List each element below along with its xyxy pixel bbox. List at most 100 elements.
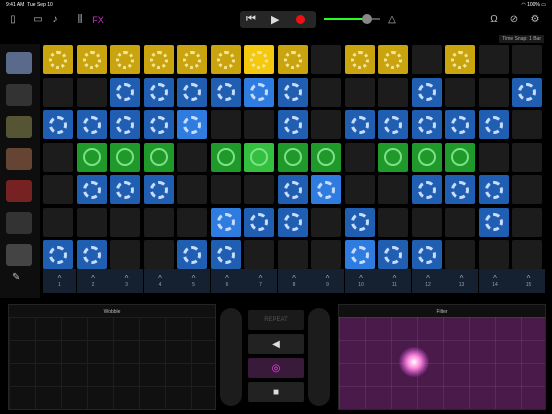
loop-cell[interactable] [143, 240, 174, 269]
loop-cell[interactable] [411, 207, 442, 237]
loop-cell[interactable] [43, 110, 73, 139]
loop-cell[interactable] [143, 207, 174, 237]
loop-cell[interactable] [411, 175, 442, 204]
loop-cell[interactable] [445, 207, 475, 237]
loop-cell[interactable] [210, 207, 241, 237]
loop-cell[interactable] [378, 110, 408, 139]
loop-cell[interactable] [177, 45, 207, 74]
filter-xy-pad[interactable] [339, 317, 545, 409]
column-trigger[interactable]: ^ 9 [311, 269, 344, 293]
loop-cell[interactable] [445, 142, 475, 172]
loop-cell[interactable] [445, 77, 475, 107]
loop-cell[interactable] [110, 142, 140, 172]
loop-cell[interactable] [311, 77, 341, 107]
song-browser-icon[interactable]: ▯ [6, 12, 20, 27]
loop-cell[interactable] [344, 175, 375, 204]
loop-cell[interactable] [277, 240, 308, 269]
sampler-instrument-icon[interactable] [6, 52, 32, 74]
loop-cell[interactable] [311, 110, 341, 139]
loop-cell[interactable] [344, 45, 375, 74]
loop-cell[interactable] [43, 207, 73, 237]
column-trigger[interactable]: ^ 2 [76, 269, 110, 293]
loop-cell[interactable] [311, 240, 341, 269]
mic-icon[interactable]: ♪ [50, 12, 60, 27]
loop-cell[interactable] [43, 77, 73, 107]
play-icon[interactable]: ▶ [271, 13, 279, 26]
loop-cell[interactable] [411, 110, 442, 139]
record-icon[interactable] [296, 15, 305, 24]
loop-cell[interactable] [210, 77, 241, 107]
loop-cell[interactable] [378, 175, 408, 204]
loop-cell[interactable] [344, 142, 375, 172]
repeat-button[interactable]: REPEAT [248, 310, 304, 330]
red-keys-instrument-icon[interactable] [6, 180, 32, 202]
loop-cell[interactable] [76, 45, 107, 74]
loop-cell[interactable] [378, 142, 408, 172]
loop-cell[interactable] [76, 240, 107, 269]
headphones-icon[interactable]: Ω [488, 12, 500, 27]
loop-cell[interactable] [43, 175, 73, 204]
loop-cell[interactable] [244, 77, 274, 107]
right-control-strip[interactable] [308, 308, 330, 406]
loop-cell[interactable] [277, 142, 308, 172]
loop-cell[interactable] [177, 240, 207, 269]
loop-cell[interactable] [478, 175, 509, 204]
loop-cell[interactable] [76, 207, 107, 237]
loop-cell[interactable] [110, 45, 140, 74]
loop-cell[interactable] [445, 240, 475, 269]
rewind-icon[interactable]: ⏮ [246, 13, 256, 26]
loop-cell[interactable] [512, 77, 542, 107]
loop-cell[interactable] [478, 207, 509, 237]
loop-cell[interactable] [378, 207, 408, 237]
loop-cell[interactable] [277, 77, 308, 107]
column-trigger[interactable]: ^ 3 [110, 269, 143, 293]
loop-cell[interactable] [478, 45, 509, 74]
loop-cell[interactable] [344, 207, 375, 237]
loop-cell[interactable] [378, 240, 408, 269]
loop-cell[interactable] [378, 77, 408, 107]
loop-cell[interactable] [177, 175, 207, 204]
tracks-icon[interactable]: ▭ [30, 12, 46, 27]
loop-cell[interactable] [43, 142, 73, 172]
loop-cell[interactable] [177, 77, 207, 107]
loop-cell[interactable] [478, 142, 509, 172]
loop-cell[interactable] [210, 142, 241, 172]
loop-cell[interactable] [143, 110, 174, 139]
drum-machine-instrument-icon[interactable] [6, 244, 32, 266]
loop-cell[interactable] [76, 175, 107, 204]
loop-cell[interactable] [277, 45, 308, 74]
help-icon[interactable]: ⊘ [508, 12, 520, 27]
loop-cell[interactable] [143, 77, 174, 107]
keyboard-instrument-icon[interactable] [6, 116, 32, 138]
column-trigger[interactable]: ^ 7 [244, 269, 277, 293]
loop-cell[interactable] [478, 77, 509, 107]
turntable-instrument-icon[interactable] [6, 84, 32, 106]
loop-cell[interactable] [344, 77, 375, 107]
loop-cell[interactable] [244, 142, 274, 172]
loop-cell[interactable] [478, 240, 509, 269]
loop-cell[interactable] [177, 207, 207, 237]
loop-cell[interactable] [244, 175, 274, 204]
loop-cell[interactable] [378, 45, 408, 74]
reverse-icon[interactable]: ◀ [248, 334, 304, 354]
loop-cell[interactable] [110, 240, 140, 269]
loop-cell[interactable] [277, 175, 308, 204]
loop-cell[interactable] [344, 240, 375, 269]
column-trigger[interactable]: ^ 10 [344, 269, 378, 293]
volume-slider-knob[interactable] [362, 14, 372, 24]
loop-cell[interactable] [277, 207, 308, 237]
loop-cell[interactable] [210, 110, 241, 139]
loop-cell[interactable] [478, 110, 509, 139]
metronome-icon[interactable]: △ [386, 12, 398, 27]
loop-cell[interactable] [177, 142, 207, 172]
loop-cell[interactable] [445, 45, 475, 74]
loop-cell[interactable] [110, 77, 140, 107]
left-control-strip[interactable] [220, 308, 242, 406]
edit-cells-icon[interactable]: ✎ [12, 270, 20, 285]
loop-cell[interactable] [43, 45, 73, 74]
loop-cell[interactable] [76, 77, 107, 107]
column-trigger[interactable]: ^ 4 [143, 269, 177, 293]
loop-cell[interactable] [311, 207, 341, 237]
column-trigger[interactable]: ^ 5 [177, 269, 210, 293]
loop-cell[interactable] [512, 110, 542, 139]
